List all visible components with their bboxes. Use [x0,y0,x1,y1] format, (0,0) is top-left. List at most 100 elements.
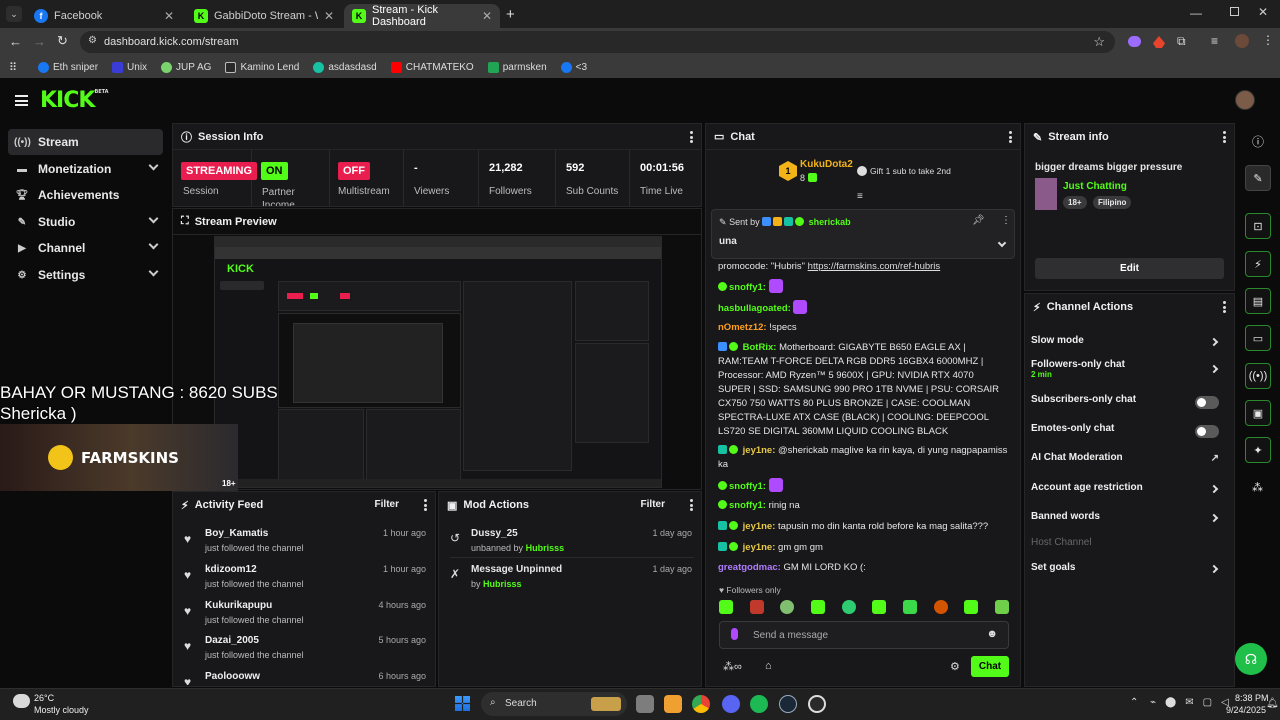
back-icon[interactable]: ← [9,34,22,49]
apps-grid-icon[interactable]: ⠿ [9,61,17,74]
emotes-only-toggle[interactable] [1195,425,1219,438]
bookmark-kamino-lend[interactable]: Kamino Lend [225,61,299,73]
forward-icon[interactable]: → [33,34,46,49]
steam-icon[interactable] [779,695,797,713]
more-icon[interactable] [1223,131,1226,143]
tray-icons[interactable]: ⌁⬤✉▢◁ [1150,697,1238,708]
emote-icon[interactable] [749,600,764,614]
chrome-icon[interactable] [692,695,710,713]
info-icon[interactable]: ⓘ [1252,133,1264,150]
close-icon[interactable]: ✕ [324,9,334,23]
rail-wrench-icon[interactable]: ✦ [1245,437,1271,463]
rail-chat-icon[interactable]: ▭ [1245,325,1271,351]
rail-users-icon[interactable]: ⁂ [1252,481,1263,494]
clock-time[interactable]: 8:38 PM [1235,693,1269,703]
more-icon[interactable] [690,499,693,511]
bookmark-heart[interactable]: <3 [560,61,587,73]
bookmark-parmsken[interactable]: parmsken [487,61,547,73]
filter-button[interactable]: Filter [641,499,665,510]
emote-icon[interactable] [872,600,887,614]
minimize-icon[interactable]: — [1190,6,1202,20]
top-gifter-name[interactable]: KukuDota2 [800,159,853,170]
extension-icon[interactable] [1153,36,1165,48]
taskbar-search[interactable]: ⌕ Search [481,692,627,716]
tab-gabbidoto[interactable]: K GabbiDoto Stream - Watch Live ✕ [186,4,342,28]
profile-avatar[interactable] [1235,34,1249,48]
store-icon[interactable]: ⌂ [765,660,772,672]
ai-moderation-row[interactable]: AI Chat Moderation ↗ [1031,452,1227,472]
account-age-row[interactable]: Account age restriction [1031,482,1227,502]
site-info-icon[interactable]: ⚙ [88,35,97,46]
emote-icon[interactable] [964,600,979,614]
sidebar-item-achievements[interactable]: 🏆︎ Achievements [8,182,163,208]
close-icon[interactable]: ✕ [164,9,174,23]
rail-mod-icon[interactable]: ▣ [1245,400,1271,426]
reading-list-icon[interactable]: ≡ [1211,34,1218,48]
sidebar-item-settings[interactable]: ⚙ Settings [8,262,163,288]
close-icon[interactable]: ✕ [482,9,492,23]
support-headset-icon[interactable]: ☊ [1235,643,1267,675]
more-icon[interactable] [424,499,427,511]
task-view-icon[interactable] [636,695,654,713]
chat-users-icon[interactable]: ⁂∞ [723,660,742,673]
chevron-down-icon[interactable] [997,238,1007,248]
emote-icon[interactable] [902,600,917,614]
store-icon[interactable] [664,695,682,713]
spotify-icon[interactable] [750,695,768,713]
bookmark-star-icon[interactable]: ☆ [1093,34,1105,50]
close-window-icon[interactable]: ✕ [1258,5,1268,19]
tab-search-icon[interactable]: ⌄ [6,6,22,22]
tab-facebook[interactable]: f Facebook ✕ [26,4,182,28]
collapse-icon[interactable]: ≡ [857,191,863,202]
followers-only-row[interactable]: Followers-only chat 2 min [1031,359,1227,383]
microphone-icon[interactable] [731,628,738,640]
pin-toggle-icon[interactable]: 📌︎ [972,215,985,226]
emote-icon[interactable] [780,600,795,614]
send-chat-button[interactable]: Chat [971,656,1009,677]
bookmark-eth-sniper[interactable]: Eth sniper [38,61,98,73]
kick-logo[interactable]: KICKBETA [40,88,109,113]
notifications-icon[interactable]: 🔔︎ [1266,698,1279,709]
set-goals-row[interactable]: Set goals [1031,562,1227,582]
subscribers-only-row[interactable]: Subscribers-only chat [1031,394,1227,414]
category-name[interactable]: Just Chatting [1063,181,1127,192]
subscribers-only-toggle[interactable] [1195,396,1219,409]
emote-icon[interactable] [841,600,856,614]
extensions-puzzle-icon[interactable]: ⧉ [1177,34,1186,49]
more-icon[interactable] [1223,301,1226,313]
emotes-only-row[interactable]: Emotes-only chat [1031,423,1227,443]
weather-icon[interactable] [13,694,30,708]
discord-icon[interactable] [722,695,740,713]
extension-icon[interactable] [1128,36,1141,47]
sidebar-item-studio[interactable]: ✎ Studio [8,209,163,235]
rail-screenshot-icon[interactable]: ⊡ [1245,213,1271,239]
bookmark-asdasdasd[interactable]: asdasdasd [313,61,377,73]
more-icon[interactable] [1009,131,1012,143]
obs-icon[interactable] [808,695,826,713]
more-icon[interactable]: ⋮ [1001,215,1011,226]
rail-broadcast-icon[interactable]: ((•)) [1245,363,1271,389]
chat-input[interactable]: Send a message ☻ [719,621,1009,649]
browser-menu-icon[interactable]: ⋮ [1262,33,1274,47]
new-tab-icon[interactable]: + [506,6,515,23]
banned-words-row[interactable]: Banned words [1031,511,1227,531]
rail-edit-icon[interactable]: ✎ [1245,165,1271,191]
emoji-icon[interactable]: ☻ [986,628,998,640]
filter-button[interactable]: Filter [375,499,399,510]
more-icon[interactable] [690,131,693,143]
clock-date[interactable]: 9/24/2025 [1226,705,1266,715]
sidebar-item-channel[interactable]: ▶ Channel [8,235,163,261]
address-bar[interactable]: ⚙ dashboard.kick.com/stream ☆ [80,31,1115,53]
emote-icon[interactable] [994,600,1009,614]
reload-icon[interactable]: ↻ [57,33,68,49]
rail-lightning-icon[interactable]: ⚡︎ [1245,251,1271,277]
emote-icon[interactable] [810,600,825,614]
restore-icon[interactable] [1230,7,1239,16]
slow-mode-row[interactable]: Slow mode [1031,335,1227,355]
tray-chevron-icon[interactable]: ⌃ [1130,697,1138,708]
bookmark-jup-ag[interactable]: JUP AG [161,61,211,73]
preview-video[interactable]: KICK [214,236,662,488]
user-avatar[interactable] [1235,90,1255,110]
emote-icon[interactable] [933,600,948,614]
sidebar-item-monetization[interactable]: ▬ Monetization [8,156,163,182]
